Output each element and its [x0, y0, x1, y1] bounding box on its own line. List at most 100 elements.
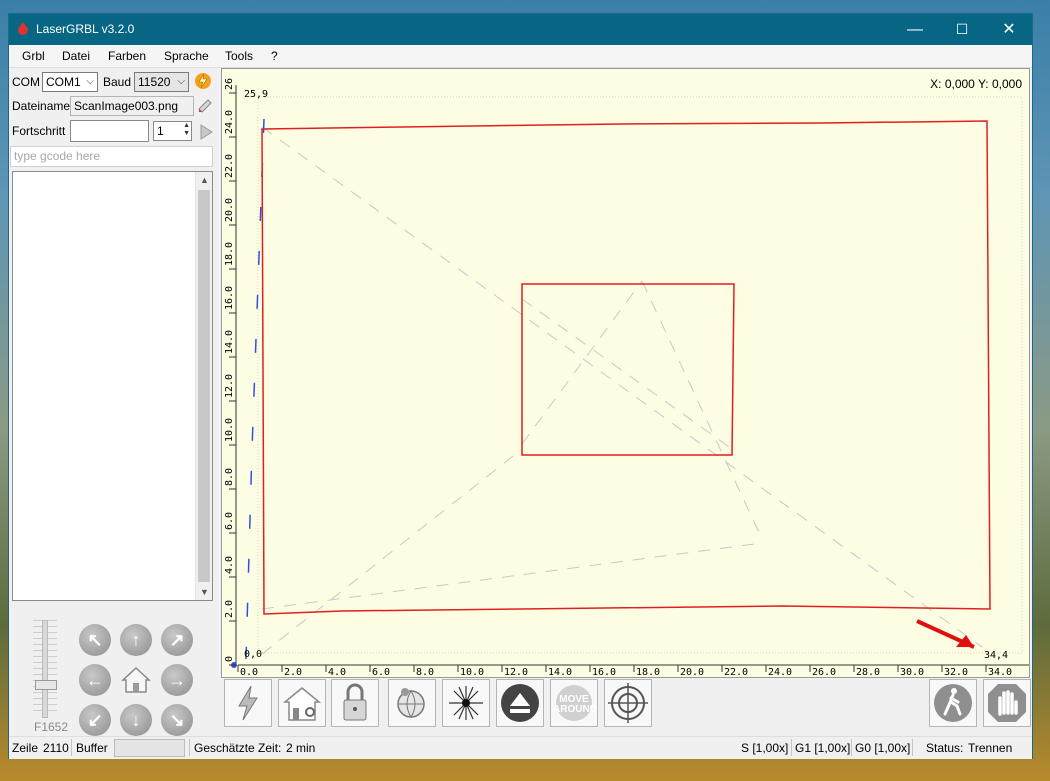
menu-sprache[interactable]: Sprache	[164, 49, 209, 63]
move-around-button[interactable]: MOVE AROUND	[550, 679, 598, 727]
gcode-console[interactable]: ▲ ▼	[12, 171, 213, 601]
filename-field: ScanImage003.png	[70, 96, 194, 116]
y-tick-label: 14.0	[224, 330, 235, 354]
x-tick-label: 6.0	[372, 667, 390, 677]
status-divider	[851, 739, 852, 756]
y-tick-label: 10.0	[224, 418, 235, 442]
g1-override[interactable]: G1 [1,00x]	[795, 741, 850, 755]
menu-farben[interactable]: Farben	[108, 49, 146, 63]
x-tick-label: 12.0	[504, 667, 528, 677]
jog-up-right-button[interactable]: ↗	[161, 624, 193, 656]
status-divider	[189, 739, 190, 756]
chevron-down-icon: ⌵	[177, 76, 185, 87]
corner-origin-label: 0,0	[244, 649, 263, 660]
travel-moves	[261, 126, 983, 655]
jog-left-button[interactable]: ←	[79, 664, 111, 696]
x-tick-label: 28.0	[856, 667, 880, 677]
gcode-input[interactable]: type gcode here	[10, 146, 213, 167]
jog-up-left-button[interactable]: ↖	[79, 624, 111, 656]
passes-stepper[interactable]: 1 ▲ ▼	[153, 121, 192, 141]
main-window: LaserGRBL v3.2.0 — ☐ ✕ Grbl Datei Farben…	[8, 13, 1033, 759]
status-divider	[912, 739, 913, 756]
jog-down-right-button[interactable]: ↘	[161, 704, 193, 736]
padlock-icon	[343, 683, 367, 721]
jog-down-button[interactable]: ↓	[120, 704, 152, 736]
jog-right-button[interactable]: →	[161, 664, 193, 696]
corner-bottom-right-label: 34,4	[984, 650, 1009, 661]
status-divider	[71, 739, 72, 756]
x-tick-label: 30.0	[900, 667, 924, 677]
x-tick-label: 2.0	[284, 667, 302, 677]
y-tick-label: 22.0	[224, 154, 235, 178]
eject-button[interactable]	[496, 679, 544, 727]
preview-canvas[interactable]: 0.0 2.0 4.0 6.0 8.0 10.0 12.0 14.0 16.0 18.0 20.0 2…	[221, 68, 1030, 678]
menu-help[interactable]: ?	[271, 49, 278, 63]
walk-button[interactable]	[929, 679, 977, 727]
menu-datei[interactable]: Datei	[62, 49, 90, 63]
crosshair-icon	[608, 683, 648, 723]
passes-value: 1	[157, 124, 164, 138]
outer-cut-path	[261, 120, 991, 615]
y-tick-label: 26	[224, 78, 235, 90]
laser-focus-button[interactable]	[442, 679, 490, 727]
center-target-button[interactable]	[604, 679, 652, 727]
x-tick-label: 0.0	[240, 667, 258, 677]
jog-home-button[interactable]	[119, 664, 153, 696]
scroll-thumb[interactable]	[198, 190, 210, 582]
open-file-icon[interactable]	[196, 97, 214, 115]
y-tick-labels: 0 2.0 4.0 6.0 8.0 10.0 12.0 14.0 16.0 18.0 20.0 22.…	[224, 78, 236, 666]
filename-label: Dateiname	[12, 99, 71, 113]
connect-lightning-icon[interactable]	[194, 72, 212, 90]
x-tick-label: 14.0	[548, 667, 572, 677]
coordinates-readout: X: 0,000 Y: 0,000	[930, 77, 1022, 91]
unlock-button[interactable]	[331, 679, 379, 727]
g0-override[interactable]: G0 [1,00x]	[855, 741, 910, 755]
baud-label: Baud	[103, 75, 132, 89]
x-tick-labels: 0.0 2.0 4.0 6.0 8.0 10.0 12.0 14.0 16.0 18.0 20.0 2…	[237, 665, 1012, 677]
y-tick-label: 24.0	[224, 110, 235, 134]
run-play-icon[interactable]	[197, 123, 215, 141]
menu-bar: Grbl Datei Farben Sprache Tools ?	[9, 45, 1032, 68]
x-tick-label: 22.0	[724, 667, 748, 677]
home-button[interactable]	[278, 679, 326, 727]
jog-down-left-button[interactable]: ↙	[79, 704, 111, 736]
menu-grbl[interactable]: Grbl	[22, 49, 45, 63]
walking-person-icon	[934, 684, 972, 722]
stepper-arrows-icon[interactable]: ▲ ▼	[183, 122, 190, 138]
scroll-up-icon[interactable]: ▲	[196, 172, 213, 188]
menu-tools[interactable]: Tools	[225, 49, 253, 63]
close-button[interactable]: ✕	[986, 14, 1032, 45]
status-divider	[791, 739, 792, 756]
x-tick-label: 34.0	[988, 667, 1012, 677]
speed-slider[interactable]	[42, 620, 48, 718]
console-scrollbar[interactable]: ▲ ▼	[195, 172, 212, 600]
line-label: Zeile	[12, 741, 39, 755]
stop-hand-icon	[988, 684, 1026, 722]
window-title: LaserGRBL v3.2.0	[36, 22, 135, 36]
line-value: 2110	[43, 741, 69, 755]
connect-button[interactable]	[224, 679, 272, 727]
jog-up-button[interactable]: ↑	[120, 624, 152, 656]
lightning-icon	[238, 685, 258, 721]
com-port-select[interactable]: COM1 ⌵	[42, 72, 98, 92]
progress-label: Fortschritt	[12, 124, 66, 138]
baud-value: 11520	[138, 75, 171, 89]
minimize-button[interactable]: —	[892, 14, 938, 45]
corner-top-left-label: 25,9	[244, 89, 269, 100]
y-tick-label: 0	[224, 656, 235, 662]
x-tick-label: 24.0	[768, 667, 792, 677]
speed-slider-thumb[interactable]	[35, 680, 57, 690]
maximize-button[interactable]: ☐	[939, 14, 985, 45]
baud-select[interactable]: 11520 ⌵	[134, 72, 189, 92]
inner-cut-path	[521, 283, 735, 456]
move-around-label: MOVE AROUND	[553, 694, 597, 715]
y-tick-label: 2.0	[224, 600, 235, 618]
status-value: Trennen	[968, 741, 1013, 755]
s-override[interactable]: S [1,00x]	[741, 741, 788, 755]
laser-burst-icon	[449, 686, 483, 720]
x-tick-label: 16.0	[592, 667, 616, 677]
y-tick-label: 12.0	[224, 374, 235, 398]
scroll-down-icon[interactable]: ▼	[196, 584, 213, 600]
stop-hand-button[interactable]	[983, 679, 1031, 727]
world-position-button[interactable]	[388, 679, 436, 727]
